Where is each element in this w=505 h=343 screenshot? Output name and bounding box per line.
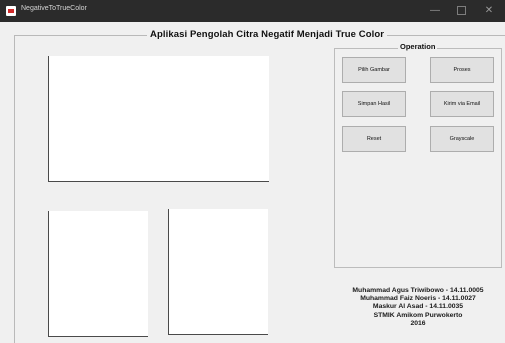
credits-block: Muhammad Agus Triwibowo - 14.11.0005 Muh… <box>330 287 505 328</box>
original-image-pane <box>48 56 269 182</box>
credit-line: STMIK Amikom Purwokerto <box>373 311 463 319</box>
credit-line: 2016 <box>410 319 426 327</box>
maximize-icon <box>456 5 466 15</box>
proses-button[interactable]: Proses <box>430 57 494 83</box>
minimize-button[interactable]: — <box>426 3 444 19</box>
close-icon: ✕ <box>484 5 494 16</box>
close-button[interactable]: ✕ <box>480 3 498 19</box>
kirim-email-button[interactable]: Kirim via Email <box>430 91 494 117</box>
simpan-hasil-button[interactable]: Simpan Hasil <box>342 91 406 117</box>
maximize-button[interactable] <box>452 3 470 19</box>
window-title: NegativeToTrueColor <box>21 5 87 12</box>
minimize-icon: — <box>430 5 440 16</box>
pilih-gambar-button[interactable]: Pilih Gambar <box>342 57 406 83</box>
credit-line: Muhammad Agus Triwibowo - 14.11.0005 <box>352 287 484 294</box>
window-titlebar: NegativeToTrueColor — ✕ <box>0 0 505 22</box>
result-image-pane-left <box>48 211 148 337</box>
result-image-pane-right <box>168 209 268 335</box>
grayscale-button[interactable]: Grayscale <box>430 126 494 152</box>
app-icon <box>6 6 16 16</box>
credit-line: Maskur Al Asad - 14.11.0035 <box>372 303 464 311</box>
credit-line: Muhammad Faiz Noeris - 14.11.0027 <box>360 295 476 303</box>
reset-button[interactable]: Reset <box>342 126 406 152</box>
operation-title: Operation <box>398 42 438 51</box>
app-title: Aplikasi Pengolah Citra Negatif Menjadi … <box>147 29 388 40</box>
